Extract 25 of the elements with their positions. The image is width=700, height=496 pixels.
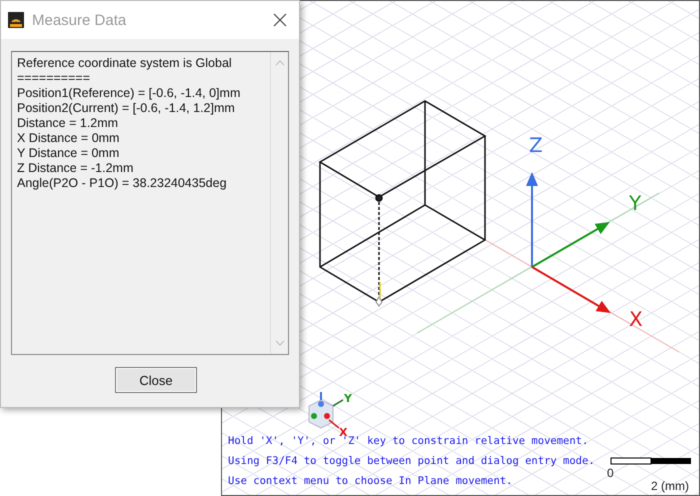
scale-start-label: 0 xyxy=(607,466,614,480)
orientation-cube-icon xyxy=(308,392,344,429)
measure-line: Position1(Reference) = [-0.6, -1.4, 0]mm xyxy=(17,86,242,101)
scroll-up-icon[interactable] xyxy=(274,60,284,66)
close-icon[interactable] xyxy=(273,13,287,27)
measure-line: Z Distance = -1.2mm xyxy=(17,161,134,176)
x-axis-label: X xyxy=(629,307,643,331)
measure-output-field[interactable] xyxy=(11,51,289,355)
close-button[interactable]: Close xyxy=(115,367,197,393)
measure-line: Angle(P2O - P1O) = 38.23240435deg xyxy=(17,176,228,191)
measure-line: Y Distance = 0mm xyxy=(17,146,120,161)
z-axis-label: Z xyxy=(529,133,543,157)
hint-text: Using F3/F4 to toggle between point and dialog entry mode. xyxy=(228,455,595,468)
y-axis-label: Y xyxy=(629,191,642,215)
window-title: Measure Data xyxy=(32,12,128,28)
measure-line: Position2(Current) = [-0.6, -1.4, 1.2]mm xyxy=(17,101,236,116)
measure-line: Distance = 1.2mm xyxy=(17,116,120,131)
measure-line: X Distance = 0mm xyxy=(17,131,120,146)
app-logo-icon xyxy=(8,12,24,28)
gizmo-y-label: Y xyxy=(344,392,352,405)
hint-text: Use context menu to choose In Plane movement. xyxy=(228,475,514,488)
measure-line: ========== xyxy=(17,71,91,86)
scroll-down-icon[interactable] xyxy=(274,340,284,346)
measure-line: Reference coordinate system is Global xyxy=(17,56,233,71)
scale-end-label: 2 (mm) xyxy=(651,479,689,493)
